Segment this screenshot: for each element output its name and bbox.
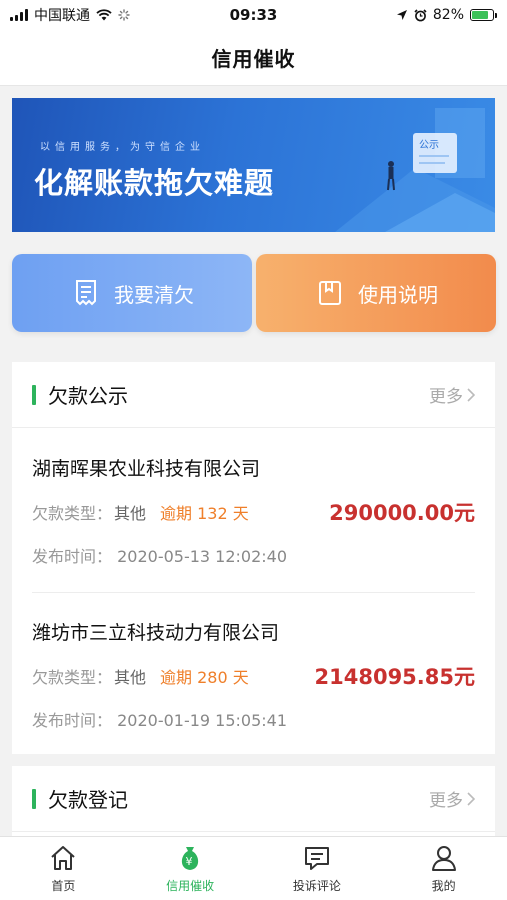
tab-complaints[interactable]: 投诉评论: [254, 837, 381, 900]
cell-signal-icon: [10, 9, 28, 21]
banner-sign-text: 公示: [419, 140, 439, 151]
debt-register-header: 欠款登记 更多: [12, 766, 495, 832]
debt-type-label: 欠款类型：: [32, 504, 113, 523]
debt-register-section: 欠款登记 更多: [12, 766, 495, 836]
wifi-icon: [96, 9, 112, 21]
comment-icon: [304, 847, 329, 870]
tab-label: 我的: [431, 879, 456, 893]
location-arrow-icon: [396, 10, 407, 20]
money-bag-icon: ¥: [181, 847, 199, 870]
clear-debt-button[interactable]: 我要清欠: [12, 254, 252, 332]
tab-profile[interactable]: 我的: [380, 837, 507, 900]
tab-label: 首页: [51, 879, 76, 893]
banner-title: 化解账款拖欠难题: [34, 166, 275, 200]
home-icon: [51, 846, 76, 870]
svg-text:¥: ¥: [186, 855, 193, 868]
debt-type-label: 欠款类型：: [32, 668, 113, 687]
banner-illustration: 公示: [335, 108, 495, 232]
more-label: 更多: [429, 791, 463, 811]
debt-type-value: 其他: [114, 668, 147, 687]
banner-subtitle: 以信用服务，为守信企业: [40, 142, 205, 153]
chevron-right-icon: [467, 791, 475, 806]
debt-list-item[interactable]: 湖南晖果农业科技有限公司 欠款类型： 其他 逾期 132 天 290000.00…: [32, 454, 475, 567]
debt-register-more-link[interactable]: 更多: [429, 786, 475, 811]
debt-notice-title: 欠款公示: [48, 384, 128, 408]
more-label: 更多: [429, 387, 463, 407]
bottom-tab-bar: 首页 ¥ 信用催收 投诉评论 我的: [0, 836, 507, 900]
page-title: 信用催收: [211, 47, 296, 71]
promo-banner[interactable]: 以信用服务，为守信企业 化解账款拖欠难题 公示: [12, 98, 495, 232]
battery-level: [472, 11, 489, 19]
alarm-icon: [414, 8, 427, 21]
tab-label: 投诉评论: [292, 879, 341, 893]
item-divider: [32, 592, 475, 593]
user-icon: [431, 846, 456, 871]
publish-time-label: 发布时间：: [32, 547, 113, 566]
receipt-icon: [76, 280, 96, 306]
guide-label: 使用说明: [358, 282, 438, 307]
company-name: 潍坊市三立科技动力有限公司: [32, 622, 280, 644]
guide-button[interactable]: 使用说明: [256, 254, 496, 332]
clear-debt-label: 我要清欠: [114, 282, 194, 307]
section-accent-bar: [32, 384, 36, 405]
carrier-label: 中国联通: [34, 8, 90, 24]
battery-percent: 82%: [432, 7, 464, 23]
overdue-days: 逾期 132 天: [160, 504, 249, 523]
debt-notice-header: 欠款公示 更多: [12, 362, 495, 428]
navigation-bar: 信用催收: [0, 30, 507, 86]
status-bar-left: 中国联通: [10, 5, 130, 25]
notice-board-icon: [413, 133, 457, 173]
company-name: 湖南晖果农业科技有限公司: [32, 458, 261, 480]
chevron-right-icon: [467, 387, 475, 402]
section-accent-bar: [32, 788, 36, 809]
publish-time-label: 发布时间：: [32, 711, 113, 730]
publish-time-value: 2020-05-13 12:02:40: [117, 547, 288, 566]
person-figure-icon: [388, 161, 394, 167]
tab-credit-collection[interactable]: ¥ 信用催收: [127, 837, 254, 900]
overdue-days: 逾期 280 天: [160, 668, 249, 687]
publish-time-value: 2020-01-19 15:05:41: [117, 711, 288, 730]
debt-amount: 290000.00元: [329, 501, 475, 525]
manual-book-icon: [319, 281, 341, 305]
debt-type-value: 其他: [114, 504, 147, 523]
debt-list-item[interactable]: 潍坊市三立科技动力有限公司 欠款类型： 其他 逾期 280 天 2148095.…: [32, 618, 475, 731]
debt-notice-more-link[interactable]: 更多: [429, 382, 475, 407]
debt-register-title: 欠款登记: [48, 788, 128, 812]
debt-notice-section: 欠款公示 更多 湖南晖果农业科技有限公司 欠款类型： 其他 逾期 132 天 2…: [12, 362, 495, 754]
status-bar: 中国联通 09:33 82%: [0, 0, 507, 30]
debt-amount: 2148095.85元: [314, 665, 475, 689]
tab-label: 信用催收: [166, 879, 215, 893]
battery-icon: [470, 9, 497, 21]
loading-spinner-icon: [118, 9, 130, 21]
status-bar-right: 82%: [396, 7, 497, 23]
tab-home[interactable]: 首页: [0, 837, 127, 900]
